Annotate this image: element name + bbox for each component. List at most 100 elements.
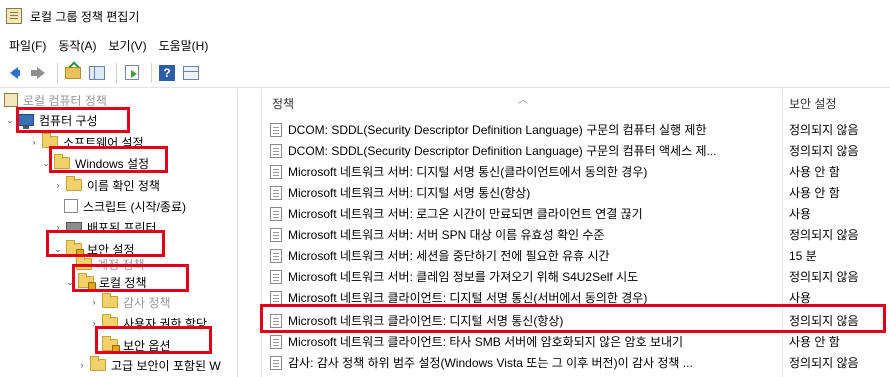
policy-row[interactable]: Microsoft 네트워크 서버: 로그온 시간이 만료되면 클라이언트 연결…: [262, 203, 890, 224]
tree-label: Windows 설정: [75, 156, 150, 171]
sort-arrow-icon: ︿: [518, 95, 528, 106]
policy-row[interactable]: Microsoft 네트워크 서버: 서버 SPN 대상 이름 유효성 확인 수…: [262, 224, 890, 245]
tree-item-scripts[interactable]: 스크립트 (시작/종료): [64, 195, 186, 217]
policy-name: DCOM: SDDL(Security Descriptor Definitio…: [288, 144, 717, 158]
policy-value: 사용 안 함: [789, 335, 840, 349]
tree-item-windows-settings[interactable]: ⌄ Windows 설정: [40, 152, 149, 174]
policy-root-icon: [4, 93, 18, 107]
tree-item-deployed-printers[interactable]: › 배포된 프린터: [52, 216, 157, 238]
tree-label: 보안 옵션: [123, 338, 171, 353]
help-button[interactable]: ?: [157, 63, 177, 83]
folder-icon: [102, 293, 118, 308]
folder-icon: [102, 314, 118, 329]
show-hide-tree-button[interactable]: [87, 63, 107, 83]
back-button[interactable]: [4, 63, 24, 83]
policy-value: 정의되지 않음: [789, 314, 859, 328]
folder-icon: [90, 356, 106, 371]
tree-item-audit-policy[interactable]: › 감사 정책: [88, 291, 171, 313]
policy-row[interactable]: Microsoft 네트워크 클라이언트: 타사 SMB 서버에 암호화되지 않…: [262, 331, 890, 352]
expand-chevron-icon[interactable]: ›: [28, 137, 40, 147]
policy-row[interactable]: Microsoft 네트워크 서버: 세션을 중단하기 전에 필요한 유휴 시간…: [262, 245, 890, 266]
policy-icon: [270, 227, 282, 242]
tree-item-advanced-audit[interactable]: › 고급 보안이 포함된 W: [76, 354, 221, 376]
expand-chevron-icon[interactable]: ›: [52, 180, 64, 190]
script-icon: [64, 199, 78, 213]
tree-label: 보안 설정: [87, 242, 135, 257]
policy-value: 사용 안 함: [789, 165, 840, 179]
computer-icon: [18, 114, 34, 129]
tree-item-root[interactable]: 로컬 컴퓨터 정책: [4, 89, 107, 111]
tree-label: 계정 정책: [97, 257, 145, 272]
folder-icon: [42, 133, 58, 148]
collapse-chevron-icon[interactable]: ⌄: [40, 158, 52, 169]
expand-chevron-icon[interactable]: ›: [88, 297, 100, 307]
tree-label: 컴퓨터 구성: [39, 113, 98, 128]
security-folder-icon: [102, 336, 120, 353]
export-list-button[interactable]: [122, 63, 142, 83]
policy-name: Microsoft 네트워크 클라이언트: 타사 SMB 서버에 암호화되지 않…: [288, 335, 684, 349]
policy-row[interactable]: Microsoft 네트워크 서버: 디지털 서명 통신(항상) 사용 안 함: [262, 182, 890, 203]
tree-item-account-policies[interactable]: 계정 정책: [76, 257, 145, 271]
tree-item-user-rights[interactable]: › 사용자 권한 할당: [88, 312, 207, 334]
up-folder-button[interactable]: [63, 63, 83, 83]
policy-value: 사용: [789, 207, 812, 221]
policy-icon: [270, 143, 282, 158]
policy-row[interactable]: Microsoft 네트워크 서버: 클레임 정보를 가져오기 위해 S4U2S…: [262, 266, 890, 287]
policy-value: 정의되지 않음: [789, 356, 859, 370]
policy-row[interactable]: Microsoft 네트워크 클라이언트: 디지털 서명 통신(서버에서 동의한…: [262, 287, 890, 308]
menu-file[interactable]: 파일(F): [4, 37, 51, 54]
security-folder-icon: [78, 273, 96, 290]
policy-value: 정의되지 않음: [789, 144, 859, 158]
policy-name: Microsoft 네트워크 서버: 서버 SPN 대상 이름 유효성 확인 수…: [288, 228, 605, 242]
policy-name: Microsoft 네트워크 서버: 클레임 정보를 가져오기 위해 S4U2S…: [288, 270, 639, 284]
collapse-chevron-icon[interactable]: ⌄: [52, 244, 64, 255]
properties-button[interactable]: [181, 63, 201, 83]
group-policy-editor-window: 로컬 그룹 정책 편집기 파일(F) 동작(A) 보기(V) 도움말(H) ? …: [0, 0, 890, 377]
policy-icon: [270, 334, 282, 349]
back-icon: [10, 66, 18, 79]
policy-icon: [270, 313, 282, 328]
column-header-setting[interactable]: 보안 설정: [789, 89, 837, 117]
tree-item-computer-config[interactable]: ⌄ 컴퓨터 구성: [4, 109, 98, 131]
expand-chevron-icon[interactable]: ›: [52, 222, 64, 232]
collapse-chevron-icon[interactable]: ⌄: [64, 277, 76, 288]
policy-icon: [270, 290, 282, 305]
window-title: 로컬 그룹 정책 편집기: [30, 9, 140, 24]
tree-item-software-settings[interactable]: › 소프트웨어 설정: [28, 131, 144, 153]
menu-bar: 파일(F) 동작(A) 보기(V) 도움말(H): [0, 32, 890, 58]
forward-button[interactable]: [28, 63, 48, 83]
menu-help[interactable]: 도움말(H): [154, 37, 214, 54]
tree-label: 소프트웨어 설정: [63, 135, 144, 150]
navigation-tree: 로컬 컴퓨터 정책 ⌄ 컴퓨터 구성 › 소프트웨어 설정 ⌄ Windows …: [0, 89, 238, 377]
tree-item-local-policies[interactable]: ⌄ 로컬 정책: [64, 271, 147, 293]
tree-item-security-options[interactable]: 보안 옵션: [102, 334, 171, 356]
policy-row[interactable]: 감사: 감사 정책 하위 범주 설정(Windows Vista 또는 그 이후…: [262, 352, 890, 373]
pane-splitter[interactable]: [238, 89, 262, 377]
tree-item-name-resolution[interactable]: › 이름 확인 정책: [52, 174, 160, 196]
menu-action[interactable]: 동작(A): [53, 37, 101, 54]
policy-name: Microsoft 네트워크 서버: 로그온 시간이 만료되면 클라이언트 연결…: [288, 207, 643, 221]
policy-row[interactable]: Microsoft 네트워크 서버: 디지털 서명 통신(클라이언트에서 동의한…: [262, 161, 890, 182]
column-header-policy[interactable]: 정책: [272, 89, 294, 117]
properties-icon: [183, 65, 199, 80]
policy-row[interactable]: DCOM: SDDL(Security Descriptor Definitio…: [262, 140, 890, 161]
menu-view[interactable]: 보기(V): [103, 37, 151, 54]
policy-row-selected[interactable]: Microsoft 네트워크 클라이언트: 디지털 서명 통신(항상) 정의되지…: [262, 310, 890, 331]
policy-icon: [270, 164, 282, 179]
tree-label: 감사 정책: [123, 295, 171, 310]
toolbar: ?: [0, 58, 890, 88]
tree-label: 스크립트 (시작/종료): [83, 199, 186, 214]
policy-value: 사용: [789, 291, 812, 305]
help-icon: ?: [159, 64, 175, 81]
show-hide-tree-icon: [89, 65, 105, 80]
collapse-chevron-icon[interactable]: ⌄: [4, 115, 16, 126]
folder-icon: [54, 154, 70, 169]
toolbar-separator: [116, 62, 117, 83]
policy-icon: [270, 355, 282, 370]
expand-chevron-icon[interactable]: ›: [88, 318, 100, 328]
policy-name: Microsoft 네트워크 서버: 디지털 서명 통신(항상): [288, 186, 531, 200]
expand-chevron-icon[interactable]: ›: [76, 360, 88, 370]
toolbar-separator: [151, 62, 152, 83]
policy-row[interactable]: DCOM: SDDL(Security Descriptor Definitio…: [262, 119, 890, 140]
forward-icon: [37, 66, 45, 79]
